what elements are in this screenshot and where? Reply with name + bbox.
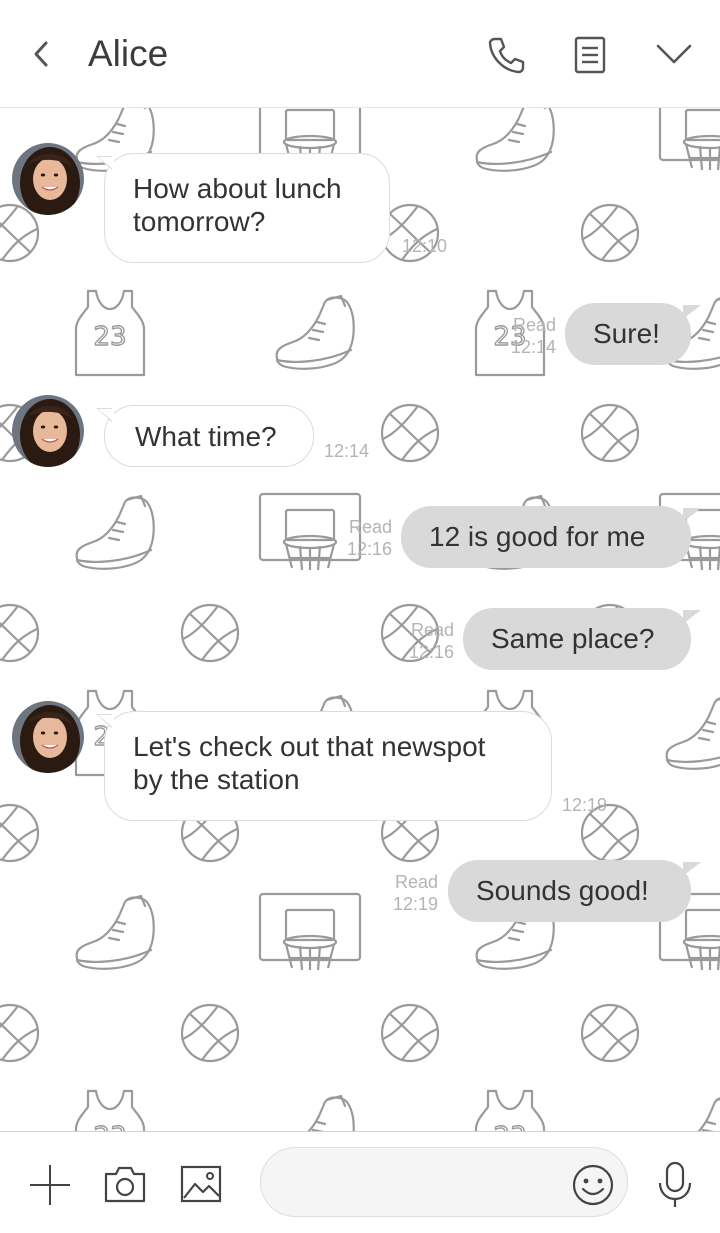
avatar-image	[12, 701, 84, 773]
menu-button[interactable]	[654, 40, 694, 68]
read-status: Read	[512, 315, 556, 335]
message-time: 12:19	[562, 795, 608, 815]
message-text: Same place?	[491, 623, 655, 654]
microphone-button[interactable]	[655, 1161, 695, 1209]
contact-name[interactable]: Alice	[88, 30, 168, 78]
incoming-message-bubble[interactable]: Let's check out that newspot by the stat…	[96, 711, 552, 821]
message-time: 12:16	[408, 642, 454, 662]
call-button[interactable]	[486, 35, 526, 75]
message-text: Sounds good!	[476, 875, 649, 906]
emoji-icon	[572, 1164, 614, 1206]
outgoing-message-bubble[interactable]: Sounds good!	[448, 860, 701, 922]
phone-icon	[488, 37, 525, 74]
chevron-down-icon	[656, 44, 692, 64]
notes-button[interactable]	[572, 35, 608, 75]
message-meta: 12:10	[402, 235, 447, 257]
add-button[interactable]	[28, 1163, 72, 1207]
message-meta: 12:19	[562, 794, 607, 816]
message-list: How about lunch tomorrow? 12:10 Read 12:…	[0, 108, 720, 1132]
avatar-image	[12, 395, 84, 467]
message-text-line: tomorrow?	[133, 206, 266, 237]
notes-icon	[574, 36, 606, 74]
avatar[interactable]	[12, 143, 84, 215]
message-meta: Read 12:19	[372, 871, 438, 915]
outgoing-message-bubble[interactable]: Same place?	[463, 608, 701, 670]
chat-area[interactable]: 23	[0, 108, 720, 1132]
image-icon	[180, 1165, 222, 1203]
camera-icon	[104, 1166, 146, 1203]
camera-button[interactable]	[103, 1164, 147, 1204]
message-text-line: by the station	[133, 764, 300, 795]
read-status: Read	[348, 517, 392, 537]
message-text: Sure!	[593, 318, 660, 349]
message-time: 12:14	[510, 337, 556, 357]
outgoing-message-bubble[interactable]: 12 is good for me	[401, 506, 701, 568]
incoming-message-bubble[interactable]: How about lunch tomorrow?	[96, 153, 390, 263]
gallery-button[interactable]	[179, 1164, 223, 1204]
message-meta: 12:14	[324, 440, 369, 462]
message-text-line: How about lunch	[133, 173, 342, 204]
plus-icon	[30, 1165, 70, 1205]
message-text: What time?	[135, 421, 277, 452]
read-status: Read	[394, 872, 438, 892]
message-time: 12:16	[346, 539, 392, 559]
avatar-image	[12, 143, 84, 215]
message-text: 12 is good for me	[429, 521, 646, 552]
message-time: 12:10	[402, 236, 448, 256]
chat-header: Alice	[0, 0, 720, 108]
emoji-button[interactable]	[571, 1163, 615, 1207]
read-status: Read	[410, 620, 454, 640]
chevron-left-icon	[34, 41, 48, 67]
outgoing-message-bubble[interactable]: Sure!	[565, 303, 701, 365]
message-meta: Read 12:14	[490, 314, 556, 358]
message-time: 12:14	[324, 441, 370, 461]
avatar[interactable]	[12, 701, 84, 773]
incoming-message-bubble[interactable]: What time?	[96, 405, 314, 467]
back-button[interactable]	[26, 36, 58, 72]
message-input-bar	[0, 1131, 720, 1233]
message-text-line: Let's check out that newspot	[133, 731, 486, 762]
message-meta: Read 12:16	[388, 619, 454, 663]
message-meta: Read 12:16	[326, 516, 392, 560]
microphone-icon	[658, 1161, 692, 1207]
avatar[interactable]	[12, 395, 84, 467]
message-time: 12:19	[392, 894, 438, 914]
